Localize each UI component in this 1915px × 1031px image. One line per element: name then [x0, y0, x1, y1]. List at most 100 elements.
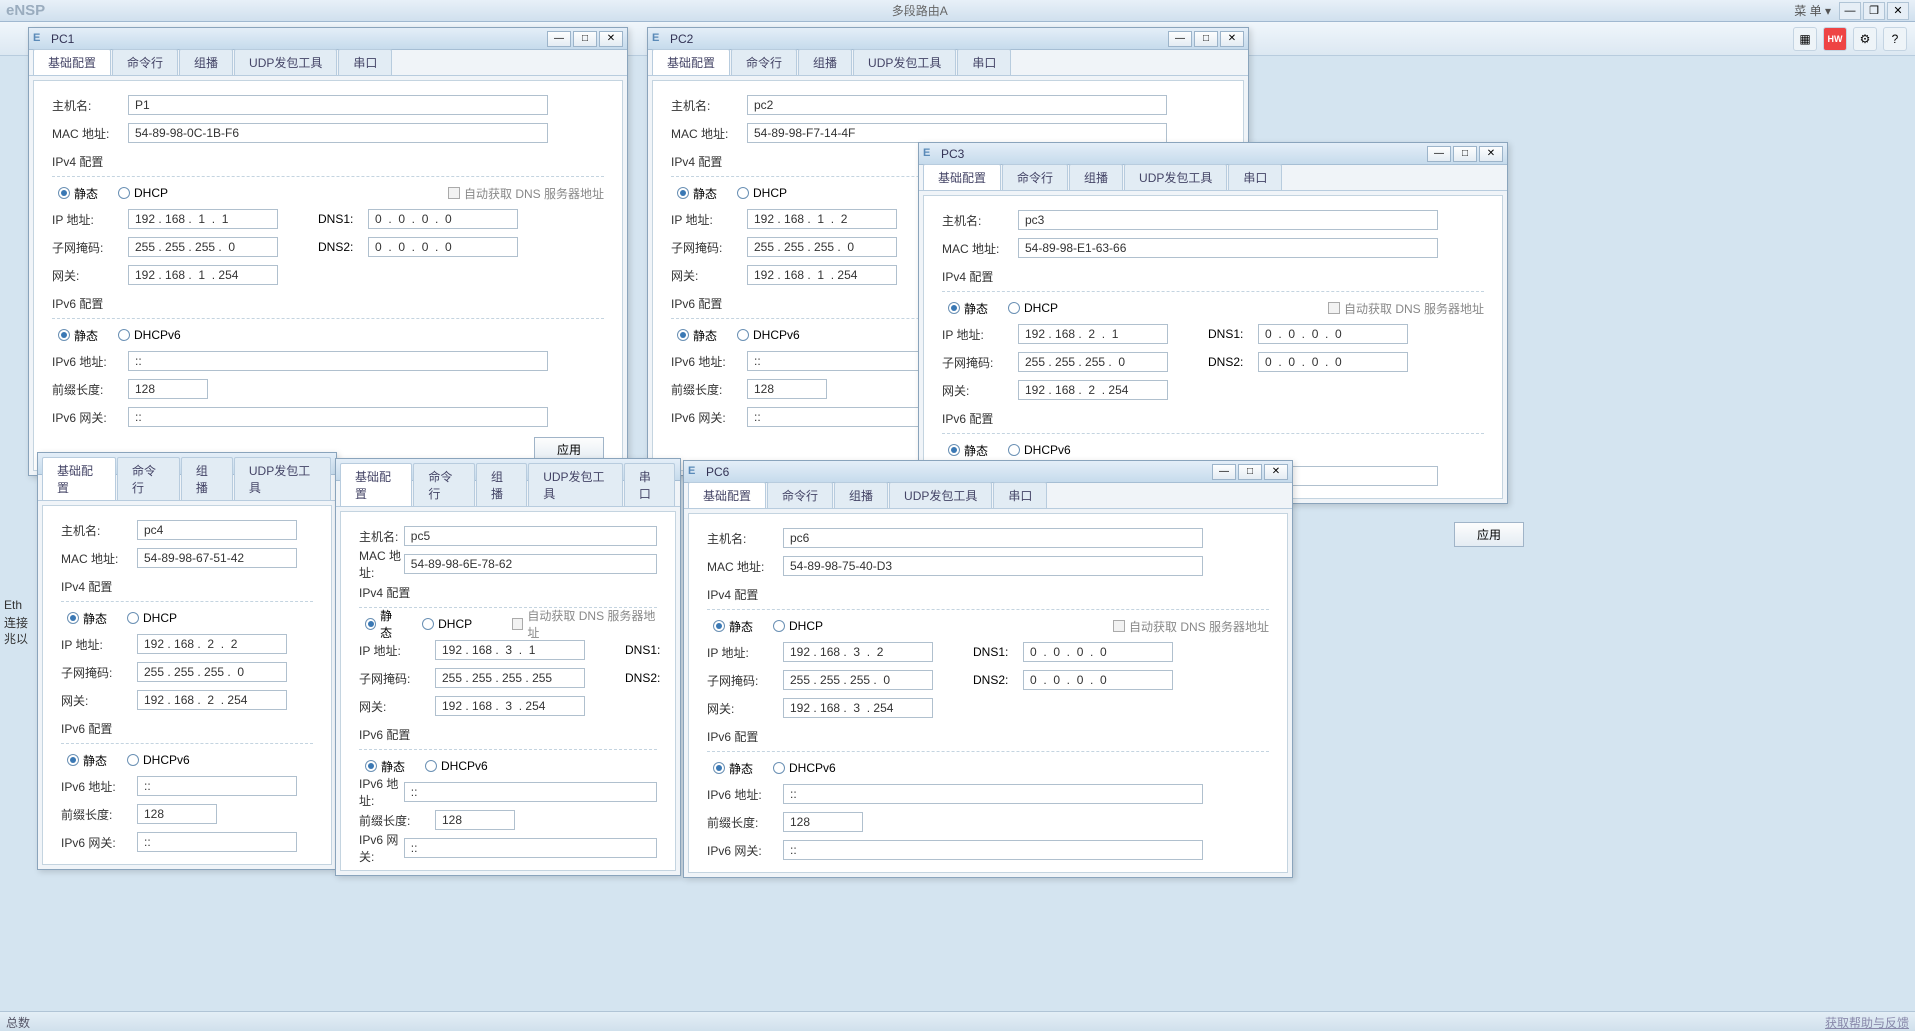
auto-dns-checkbox[interactable]: 自动获取 DNS 服务器地址: [1113, 618, 1269, 635]
tab-udp[interactable]: UDP发包工具: [528, 463, 623, 506]
tab-basic[interactable]: 基础配置: [340, 463, 412, 506]
radio-static-v6[interactable]: 静态: [677, 327, 717, 344]
help-icon[interactable]: ?: [1883, 27, 1907, 51]
apply-button-pc3[interactable]: 应用: [1454, 522, 1524, 547]
tab-udp[interactable]: UDP发包工具: [889, 482, 992, 508]
max-button[interactable]: □: [573, 31, 597, 47]
gateway-input[interactable]: [1018, 380, 1168, 400]
restore-main[interactable]: ❐: [1863, 2, 1885, 20]
radio-dhcp[interactable]: DHCP: [1008, 301, 1058, 315]
mask-input[interactable]: [128, 237, 278, 257]
mac-input[interactable]: [783, 556, 1203, 576]
gateway-input[interactable]: [435, 696, 585, 716]
ip-input[interactable]: [783, 642, 933, 662]
ipv6gw-input[interactable]: [128, 407, 548, 427]
ipv6gw-input[interactable]: [404, 838, 657, 858]
title-bar[interactable]: E PC6 — □ ✕: [684, 461, 1292, 483]
title-bar[interactable]: E PC1 — □ ✕: [29, 28, 627, 50]
mask-input[interactable]: [747, 237, 897, 257]
ip-input[interactable]: [128, 209, 278, 229]
tab-serial[interactable]: 串口: [993, 482, 1047, 508]
tab-basic[interactable]: 基础配置: [923, 164, 1001, 190]
radio-dhcpv6[interactable]: DHCPv6: [118, 328, 181, 342]
ipv6gw-input[interactable]: [783, 840, 1203, 860]
minimize-main[interactable]: —: [1839, 2, 1861, 20]
radio-static[interactable]: 静态: [67, 610, 107, 627]
ip-input[interactable]: [435, 640, 585, 660]
gateway-input[interactable]: [128, 265, 278, 285]
tab-udp[interactable]: UDP发包工具: [1124, 164, 1227, 190]
radio-dhcpv6[interactable]: DHCPv6: [737, 328, 800, 342]
tab-cmd[interactable]: 命令行: [767, 482, 833, 508]
max-button[interactable]: □: [1238, 464, 1262, 480]
tab-multicast[interactable]: 组播: [179, 49, 233, 75]
radio-dhcp[interactable]: DHCP: [118, 186, 168, 200]
ipv6gw-input[interactable]: [137, 832, 297, 852]
prefix-input[interactable]: [435, 810, 515, 830]
ipv6-input[interactable]: [137, 776, 297, 796]
prefix-input[interactable]: [747, 379, 827, 399]
prefix-input[interactable]: [783, 812, 863, 832]
radio-static[interactable]: 静态: [58, 185, 98, 202]
radio-static[interactable]: 静态: [713, 618, 753, 635]
tab-cmd[interactable]: 命令行: [117, 457, 180, 500]
tab-udp[interactable]: UDP发包工具: [853, 49, 956, 75]
prefix-input[interactable]: [128, 379, 208, 399]
dns2-input[interactable]: [368, 237, 518, 257]
gear-icon[interactable]: ⚙: [1853, 27, 1877, 51]
min-button[interactable]: —: [547, 31, 571, 47]
radio-dhcpv6[interactable]: DHCPv6: [773, 761, 836, 775]
tab-cmd[interactable]: 命令行: [413, 463, 475, 506]
radio-dhcp[interactable]: DHCP: [773, 619, 823, 633]
min-button[interactable]: —: [1427, 146, 1451, 162]
tab-multicast[interactable]: 组播: [476, 463, 527, 506]
tab-multicast[interactable]: 组播: [1069, 164, 1123, 190]
tab-serial[interactable]: 串口: [1228, 164, 1282, 190]
tab-multicast[interactable]: 组播: [181, 457, 233, 500]
gateway-input[interactable]: [137, 690, 287, 710]
tab-udp[interactable]: UDP发包工具: [234, 49, 337, 75]
tab-cmd[interactable]: 命令行: [112, 49, 178, 75]
ip-input[interactable]: [137, 634, 287, 654]
tab-basic[interactable]: 基础配置: [652, 49, 730, 75]
ipv6-input[interactable]: [783, 784, 1203, 804]
dns2-input[interactable]: [1258, 352, 1408, 372]
close-button[interactable]: ✕: [599, 31, 623, 47]
hostname-input[interactable]: [1018, 210, 1438, 230]
mac-input[interactable]: [404, 554, 657, 574]
radio-static-v6[interactable]: 静态: [58, 327, 98, 344]
hostname-input[interactable]: [747, 95, 1167, 115]
radio-static-v6[interactable]: 静态: [713, 760, 753, 777]
tab-multicast[interactable]: 组播: [798, 49, 852, 75]
mask-input[interactable]: [783, 670, 933, 690]
hostname-input[interactable]: [137, 520, 297, 540]
max-button[interactable]: □: [1453, 146, 1477, 162]
tab-serial[interactable]: 串口: [338, 49, 392, 75]
title-bar[interactable]: E PC3 — □ ✕: [919, 143, 1507, 165]
dns1-input[interactable]: [1023, 642, 1173, 662]
hostname-input[interactable]: [404, 526, 657, 546]
auto-dns-checkbox[interactable]: 自动获取 DNS 服务器地址: [448, 185, 604, 202]
radio-static-v6[interactable]: 静态: [365, 758, 405, 775]
gateway-input[interactable]: [783, 698, 933, 718]
prefix-input[interactable]: [137, 804, 217, 824]
dns2-input[interactable]: [1023, 670, 1173, 690]
max-button[interactable]: □: [1194, 31, 1218, 47]
radio-static[interactable]: 静态: [677, 185, 717, 202]
close-main[interactable]: ✕: [1887, 2, 1909, 20]
palette-icon[interactable]: ▦: [1793, 27, 1817, 51]
mask-input[interactable]: [1018, 352, 1168, 372]
radio-dhcp[interactable]: DHCP: [737, 186, 787, 200]
mac-input[interactable]: [747, 123, 1167, 143]
close-button[interactable]: ✕: [1479, 146, 1503, 162]
min-button[interactable]: —: [1212, 464, 1236, 480]
hostname-input[interactable]: [128, 95, 548, 115]
mask-input[interactable]: [137, 662, 287, 682]
mac-input[interactable]: [137, 548, 297, 568]
radio-dhcp[interactable]: DHCP: [127, 611, 177, 625]
radio-static-v6[interactable]: 静态: [948, 442, 988, 459]
radio-static-v6[interactable]: 静态: [67, 752, 107, 769]
close-button[interactable]: ✕: [1264, 464, 1288, 480]
mask-input[interactable]: [435, 668, 585, 688]
tab-basic[interactable]: 基础配置: [688, 482, 766, 508]
